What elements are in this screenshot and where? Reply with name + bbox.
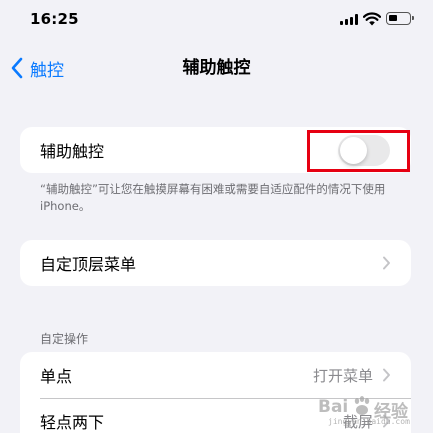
single-tap-value: 打开菜单 <box>312 366 373 385</box>
chevron-right-icon <box>383 368 390 382</box>
settings-screen: 16:25 触控 辅助触控 辅助触控 “辅助触控”可让您在触摸屏幕有困难或需要自… <box>0 0 433 433</box>
assistive-touch-label: 辅助触控 <box>40 142 105 161</box>
status-bar: 16:25 <box>0 0 433 44</box>
single-tap-row[interactable]: 单点 打开菜单 <box>20 352 411 398</box>
customize-top-menu-label: 自定顶层菜单 <box>40 255 137 274</box>
watermark-url: jingyan.baidu.com <box>328 417 410 426</box>
wifi-icon <box>363 12 381 26</box>
status-time: 16:25 <box>30 10 79 28</box>
watermark-text-left: Bai <box>318 397 349 417</box>
page-title: 辅助触控 <box>182 58 251 78</box>
battery-icon <box>386 12 414 25</box>
custom-actions-header: 自定操作 <box>40 332 89 346</box>
cellular-signal-icon <box>340 14 358 25</box>
baidu-jingyan-watermark: Bai 经验 jingyan.baidu.com <box>318 393 432 427</box>
chevron-right-icon <box>383 256 390 270</box>
paw-icon <box>354 396 370 415</box>
double-tap-label: 轻点两下 <box>40 413 105 432</box>
assistive-touch-description: “辅助触控”可让您在触摸屏幕有困难或需要自适应配件的情况下使用iPhone。 <box>40 182 386 213</box>
annotation-highlight-box <box>307 130 410 172</box>
customize-top-menu-row[interactable]: 自定顶层菜单 <box>20 240 411 286</box>
single-tap-label: 单点 <box>40 367 73 386</box>
top-menu-group: 自定顶层菜单 <box>20 240 411 286</box>
